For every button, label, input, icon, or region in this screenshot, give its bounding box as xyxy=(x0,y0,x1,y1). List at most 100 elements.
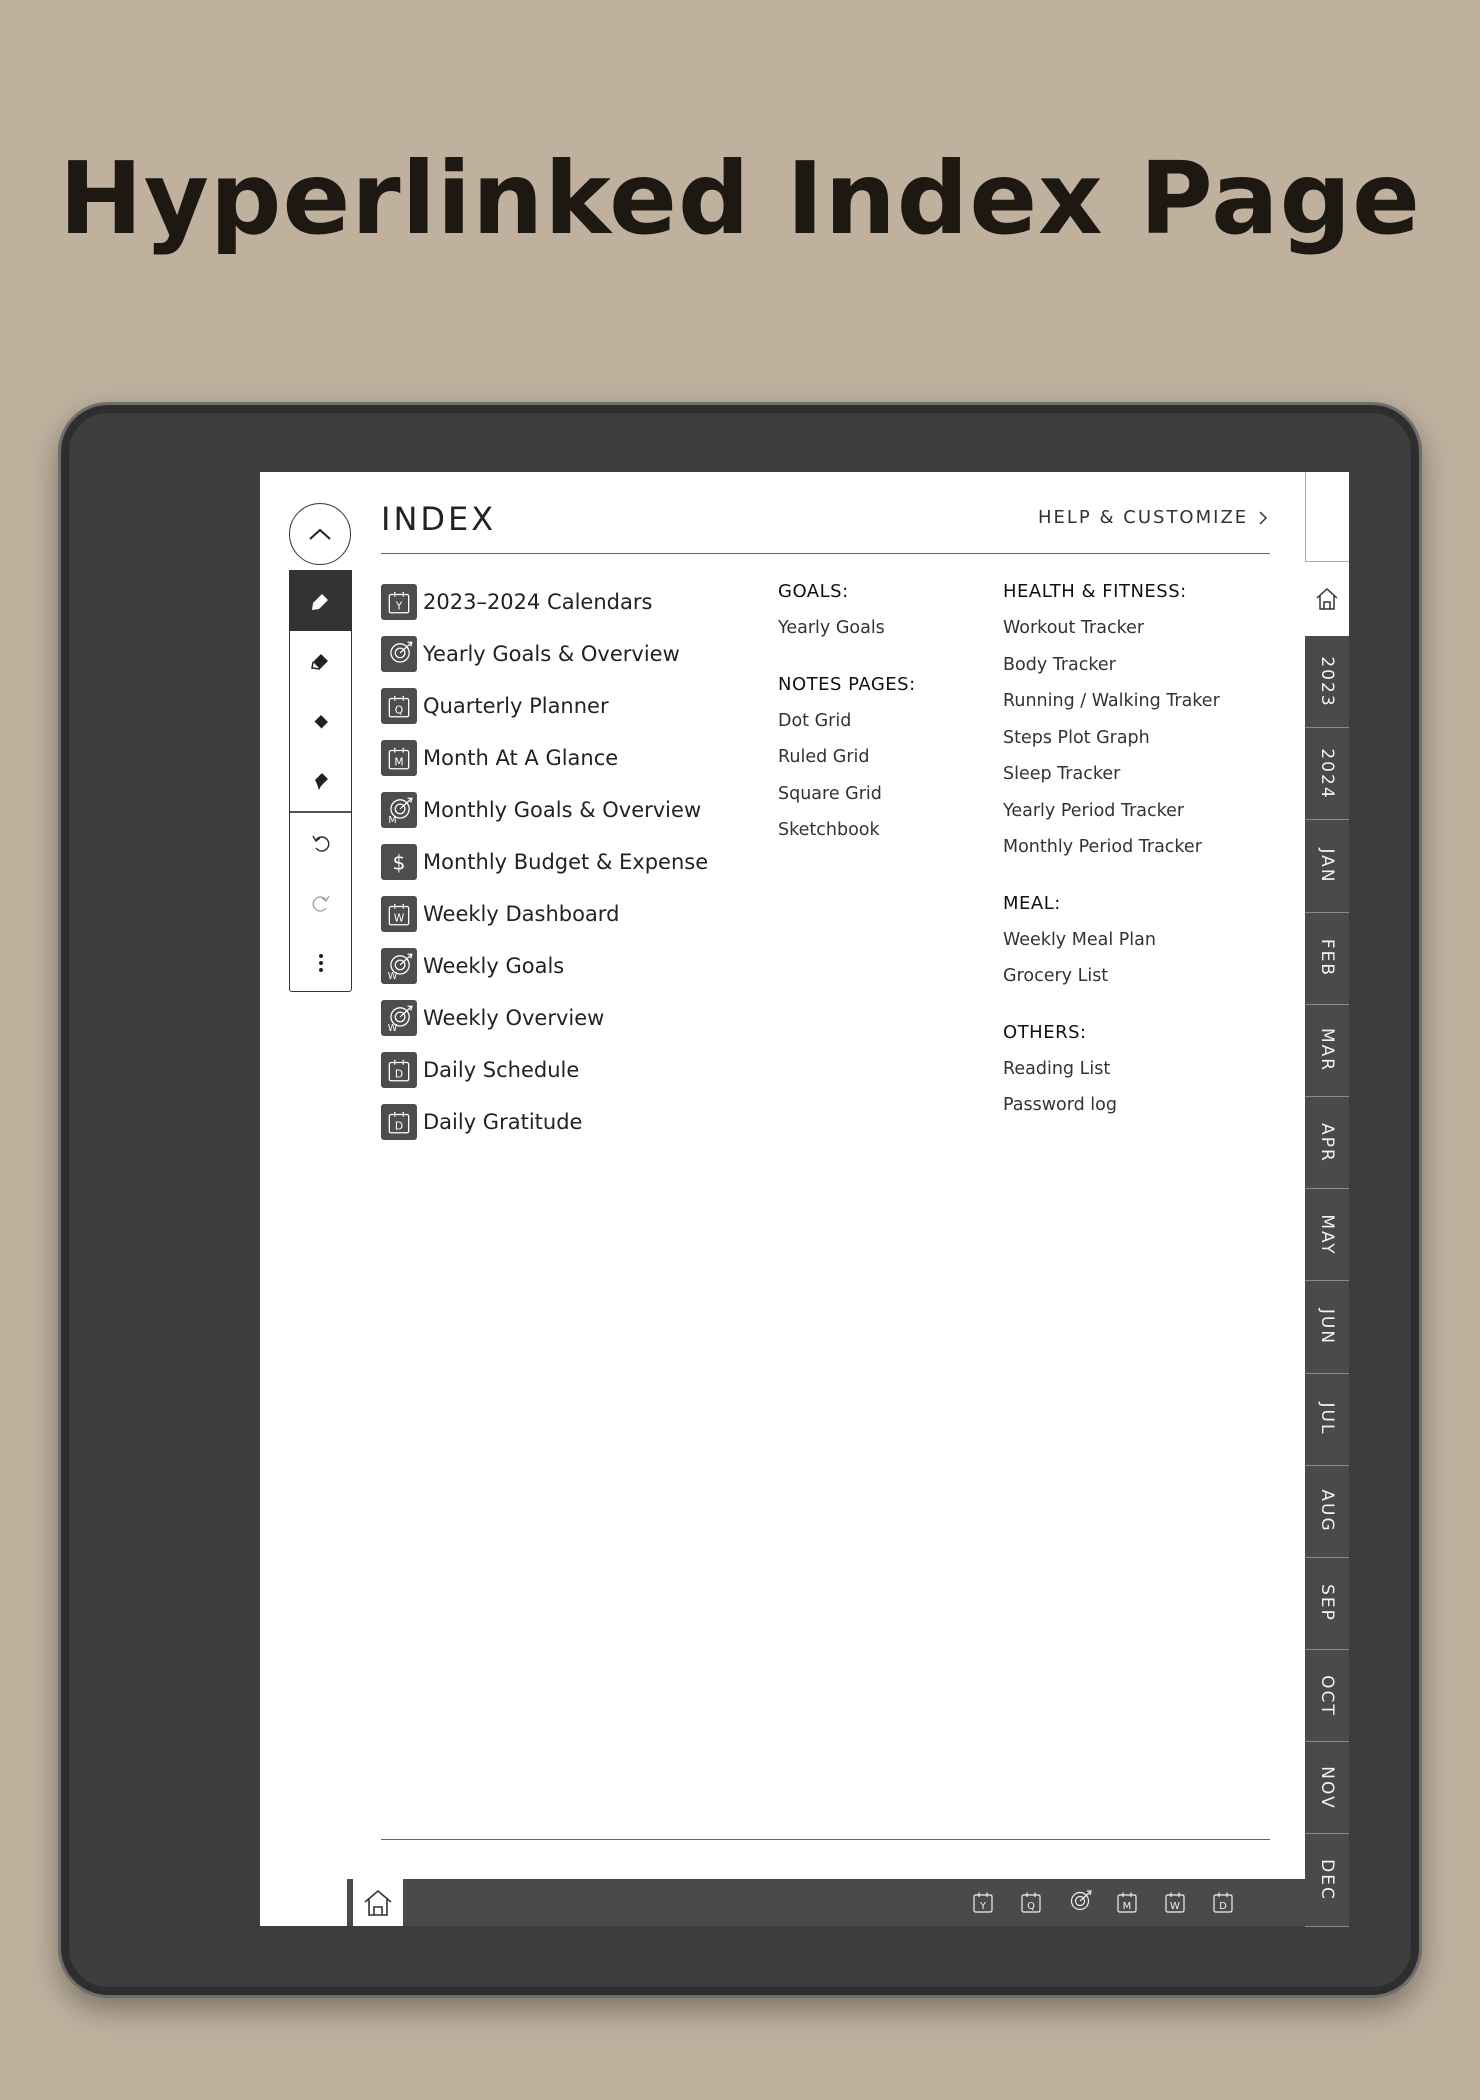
index-link-item[interactable]: Yearly Goals & Overview xyxy=(381,628,708,680)
dollar-icon: $ xyxy=(381,844,417,880)
help-customize-link[interactable]: HELP & CUSTOMIZE xyxy=(1038,507,1268,528)
tab-oct[interactable]: OCT xyxy=(1305,1650,1349,1743)
highlighter-tool[interactable] xyxy=(290,631,351,691)
meal-link[interactable]: Weekly Meal Plan xyxy=(1003,922,1220,959)
health-heading: HEALTH & FITNESS: xyxy=(1003,581,1187,602)
svg-text:W: W xyxy=(1170,1901,1180,1912)
tab-dec[interactable]: DEC xyxy=(1305,1834,1349,1927)
goal-target-icon xyxy=(381,636,417,672)
monthly-calendar-icon[interactable]: M xyxy=(1113,1888,1141,1916)
eraser-icon xyxy=(312,715,328,730)
tab-label: MAR xyxy=(1317,1028,1337,1073)
quarterly-calendar-icon: Q xyxy=(381,688,417,724)
hero-title: Hyperlinked Index Page xyxy=(59,140,1421,257)
goal-target-icon[interactable] xyxy=(1065,1888,1093,1916)
svg-text:Y: Y xyxy=(395,600,403,613)
index-link-item[interactable]: Q Quarterly Planner xyxy=(381,680,708,732)
svg-text:W: W xyxy=(394,912,405,925)
health-link[interactable]: Body Tracker xyxy=(1003,647,1220,684)
index-link-label: 2023–2024 Calendars xyxy=(423,590,653,614)
bottom-home-button[interactable] xyxy=(353,1879,403,1926)
tab-sep[interactable]: SEP xyxy=(1305,1557,1349,1651)
tab-jun[interactable]: JUN xyxy=(1305,1281,1349,1374)
undo-button[interactable] xyxy=(290,813,351,873)
more-icon xyxy=(318,953,323,972)
tab-nov[interactable]: NOV xyxy=(1305,1742,1349,1835)
tab-label: OCT xyxy=(1317,1674,1337,1717)
index-link-item[interactable]: D Daily Gratitude xyxy=(381,1096,708,1148)
notes-link[interactable]: Sketchbook xyxy=(778,812,916,849)
others-link[interactable]: Reading List xyxy=(1003,1051,1220,1088)
notes-link[interactable]: Square Grid xyxy=(778,776,916,813)
health-link[interactable]: Monthly Period Tracker xyxy=(1003,829,1220,866)
tab-apr[interactable]: APR xyxy=(1305,1096,1349,1190)
daily-calendar-icon: D xyxy=(381,1104,417,1140)
index-link-item[interactable]: M Monthly Goals & Overview xyxy=(381,784,708,836)
tab-label: JUL xyxy=(1317,1402,1337,1436)
more-options-button[interactable] xyxy=(290,933,351,993)
pen-toolbar xyxy=(289,570,352,992)
health-link[interactable]: Sleep Tracker xyxy=(1003,756,1220,793)
weekly-calendar-icon[interactable]: W xyxy=(1161,1888,1189,1916)
health-link[interactable]: Steps Plot Graph xyxy=(1003,720,1220,757)
redo-button[interactable] xyxy=(290,873,351,933)
goals-link[interactable]: Yearly Goals xyxy=(778,610,916,647)
tab-label: DEC xyxy=(1317,1859,1337,1901)
index-link-item[interactable]: D Daily Schedule xyxy=(381,1044,708,1096)
index-link-item[interactable]: M Month At A Glance xyxy=(381,732,708,784)
index-link-item[interactable]: Y 2023–2024 Calendars xyxy=(381,576,708,628)
tab-label: 2024 xyxy=(1317,748,1337,800)
health-link[interactable]: Workout Tracker xyxy=(1003,610,1220,647)
svg-text:Q: Q xyxy=(1027,1901,1035,1912)
home-icon xyxy=(364,1889,392,1916)
svg-text:Y: Y xyxy=(979,1901,987,1912)
svg-text:M: M xyxy=(394,756,403,769)
tab-label: NOV xyxy=(1317,1766,1337,1810)
index-link-label: Month At A Glance xyxy=(423,746,619,770)
index-link-item[interactable]: W Weekly Goals xyxy=(381,940,708,992)
goals-heading: GOALS: xyxy=(778,581,849,602)
others-heading: OTHERS: xyxy=(1003,1021,1087,1043)
collapse-toolbar-button[interactable] xyxy=(289,503,351,565)
index-list: Y 2023–2024 Calendars Yearly Goals & Overv… xyxy=(381,576,708,1148)
tab-mar[interactable]: MAR xyxy=(1305,1004,1349,1097)
yearly-calendar-icon: Y xyxy=(381,584,417,620)
weekly-goal-icon: W xyxy=(381,948,417,984)
bottom-nav-bar: YQMWD xyxy=(347,1879,1305,1926)
health-meal-others-column: HEALTH & FITNESS: Workout Tracker Body Tr… xyxy=(1003,574,1220,1124)
page-title: INDEX xyxy=(381,500,497,538)
meal-link[interactable]: Grocery List xyxy=(1003,958,1220,995)
svg-text:D: D xyxy=(395,1120,403,1133)
index-link-item[interactable]: W Weekly Overview xyxy=(381,992,708,1044)
quarterly-calendar-icon[interactable]: Q xyxy=(1017,1888,1045,1916)
index-link-item[interactable]: $ Monthly Budget & Expense xyxy=(381,836,708,888)
month-tab-strip: 2023 2024 JAN FEB MAR APR MAY JUN JUL AUG SEP OCT NO… xyxy=(1305,472,1349,1927)
health-link[interactable]: Yearly Period Tracker xyxy=(1003,793,1220,830)
tab-home[interactable] xyxy=(1305,562,1349,636)
lasso-tool[interactable] xyxy=(290,751,351,811)
others-link[interactable]: Password log xyxy=(1003,1087,1220,1124)
tab-label: MAY xyxy=(1317,1214,1337,1256)
daily-calendar-icon[interactable]: D xyxy=(1209,1888,1237,1916)
tab-jul[interactable]: JUL xyxy=(1305,1373,1349,1466)
svg-text:Q: Q xyxy=(395,704,403,717)
tab-aug[interactable]: AUG xyxy=(1305,1465,1349,1558)
tab-jan[interactable]: JAN xyxy=(1305,820,1349,913)
eraser-tool[interactable] xyxy=(290,691,351,751)
yearly-calendar-icon[interactable]: Y xyxy=(969,1888,997,1916)
tab-2023[interactable]: 2023 xyxy=(1305,636,1349,729)
svg-text:M: M xyxy=(1123,1901,1132,1912)
tab-may[interactable]: MAY xyxy=(1305,1189,1349,1282)
tab-label: JUN xyxy=(1317,1308,1337,1345)
notes-link[interactable]: Ruled Grid xyxy=(778,739,916,776)
notes-link[interactable]: Dot Grid xyxy=(778,703,916,740)
health-link[interactable]: Running / Walking Traker xyxy=(1003,683,1220,720)
header-divider xyxy=(381,553,1270,554)
tab-feb[interactable]: FEB xyxy=(1305,912,1349,1005)
index-link-label: Daily Gratitude xyxy=(423,1110,583,1134)
index-link-item[interactable]: W Weekly Dashboard xyxy=(381,888,708,940)
tab-2024[interactable]: 2024 xyxy=(1305,728,1349,821)
pen-tool[interactable] xyxy=(290,571,351,631)
tab-label: JAN xyxy=(1317,848,1337,884)
tab-blank xyxy=(1305,472,1349,562)
